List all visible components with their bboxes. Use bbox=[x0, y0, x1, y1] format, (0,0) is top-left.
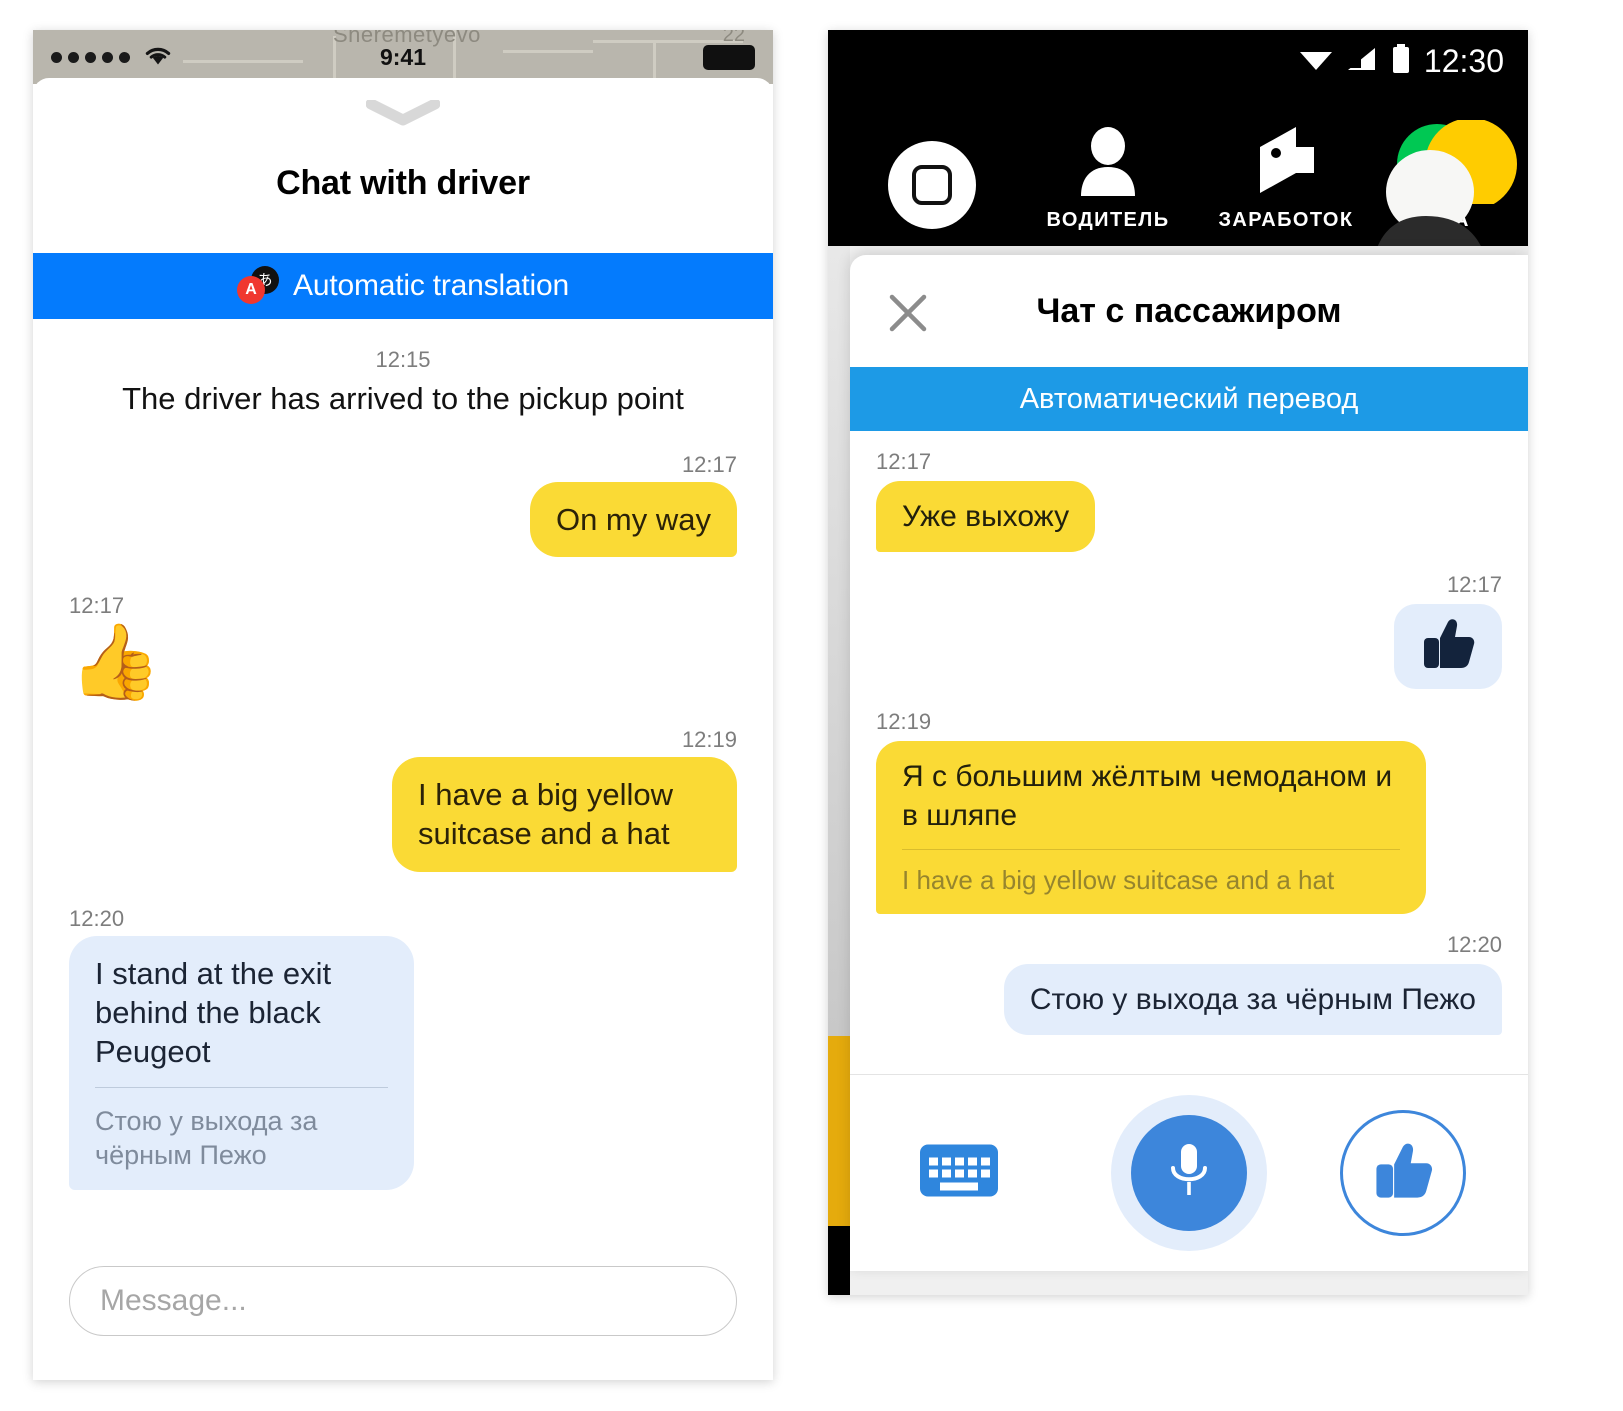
chat-toolbar bbox=[850, 1074, 1528, 1271]
translation-banner-label: Automatic translation bbox=[293, 269, 569, 302]
original-text: Стою у выхода за чёрным Пежо bbox=[95, 1086, 388, 1172]
message-list: 12:17 Уже выхожу 12:17 12:19 Я с большим… bbox=[850, 431, 1528, 1076]
list-item: 12:17 bbox=[876, 572, 1502, 689]
chat-bubble-outgoing[interactable] bbox=[1394, 604, 1502, 689]
send-thumbs-up-button[interactable] bbox=[1340, 1110, 1466, 1236]
chat-bubble-incoming[interactable]: Уже выхожу bbox=[876, 481, 1096, 552]
chat-modal-header: Чат с пассажиром bbox=[850, 255, 1528, 367]
chat-bubble-outgoing[interactable]: Стою у выхода за чёрным Пежо bbox=[1003, 963, 1502, 1035]
battery-icon bbox=[1390, 43, 1412, 79]
order-square-icon bbox=[842, 141, 1022, 229]
message-timestamp: 12:17 bbox=[876, 449, 932, 474]
nav-driver[interactable]: ВОДИТЕЛЬ bbox=[1018, 121, 1198, 232]
page-title: Чат с пассажиром bbox=[1036, 291, 1342, 330]
system-message-text: The driver has arrived to the pickup poi… bbox=[122, 381, 684, 416]
page-title: Chat with driver bbox=[276, 164, 530, 202]
list-item: 12:17 On my way bbox=[69, 452, 737, 558]
message-timestamp: 12:17 bbox=[69, 593, 125, 619]
message-list: 12:15 The driver has arrived to the pick… bbox=[33, 319, 773, 1279]
keyboard-icon[interactable] bbox=[920, 1141, 998, 1206]
list-item: 12:20 Стою у выхода за чёрным Пежо bbox=[876, 932, 1502, 1035]
translation-banner-label: Автоматический перевод bbox=[1019, 382, 1359, 415]
translated-text: I stand at the exit behind the black Peu… bbox=[95, 955, 332, 1069]
message-timestamp: 12:17 bbox=[1446, 572, 1502, 597]
automatic-translation-banner[interactable]: あ A Automatic translation bbox=[33, 253, 773, 319]
list-item: 12:17 👍 bbox=[69, 593, 737, 699]
ios-phone-screen: Sheremetyevo 22 9:41 Chat with driver あ bbox=[33, 30, 773, 1380]
chevron-down-handle-icon[interactable] bbox=[365, 98, 441, 131]
android-clock: 12:30 bbox=[1423, 42, 1504, 79]
wifi-icon bbox=[1298, 45, 1334, 78]
chat-bubble-incoming[interactable]: Я с большим жёлтым чемоданом и в шляпе I… bbox=[876, 741, 1426, 914]
voice-record-button[interactable] bbox=[1111, 1095, 1267, 1251]
thumbs-up-emoji: 👍 bbox=[69, 619, 162, 706]
chat-bubble-incoming[interactable]: I stand at the exit behind the black Peu… bbox=[69, 935, 414, 1190]
yellow-accent-strip bbox=[828, 1036, 850, 1226]
chat-bubble-outgoing[interactable]: On my way bbox=[529, 482, 737, 558]
chat-modal: Чат с пассажиром Автоматический перевод … bbox=[850, 255, 1528, 1271]
message-timestamp: 12:20 bbox=[1446, 931, 1502, 957]
message-input[interactable]: Message... bbox=[69, 1266, 737, 1336]
message-input-placeholder: Message... bbox=[100, 1284, 247, 1317]
chat-bubble-outgoing[interactable]: I have a big yellow suitcase and a hat bbox=[392, 757, 737, 872]
message-timestamp: 12:20 bbox=[69, 905, 125, 931]
original-text: I have a big yellow suitcase and a hat bbox=[902, 849, 1400, 898]
list-item: 12:17 Уже выхожу bbox=[876, 449, 1502, 552]
message-timestamp: 12:19 bbox=[681, 727, 737, 753]
thumbs-up-icon bbox=[1372, 1142, 1434, 1205]
ios-chat-sheet: Chat with driver あ A Automatic translati… bbox=[33, 78, 773, 1380]
message-timestamp: 12:19 bbox=[876, 709, 932, 734]
list-item: 12:20 I stand at the exit behind the bla… bbox=[69, 906, 737, 1190]
cellular-signal-icon bbox=[1346, 45, 1378, 78]
message-timestamp: 12:15 bbox=[375, 347, 431, 372]
translate-icon: あ A bbox=[237, 266, 280, 306]
android-phone-screen: 12:30 ВОДИТЕЛЬ ЗАРАБОТОК Чат с пассажиро… bbox=[828, 30, 1528, 1295]
translated-text: Я с большим жёлтым чемоданом и в шляпе bbox=[902, 760, 1393, 832]
thumbs-up-icon bbox=[1420, 618, 1476, 675]
android-status-bar: 12:30 bbox=[828, 30, 1528, 92]
nav-driver-label: ВОДИТЕЛЬ bbox=[1046, 209, 1170, 231]
microphone-icon bbox=[1164, 1140, 1214, 1207]
ios-status-bar: 9:41 bbox=[33, 30, 773, 84]
ios-clock: 9:41 bbox=[379, 43, 427, 70]
message-timestamp: 12:17 bbox=[681, 452, 737, 478]
list-item: 12:19 Я с большим жёлтым чемоданом и в ш… bbox=[876, 709, 1502, 914]
list-item: 12:15 The driver has arrived to the pick… bbox=[69, 347, 737, 418]
person-icon bbox=[1018, 121, 1198, 203]
nav-order[interactable] bbox=[842, 141, 1022, 232]
list-item: 12:19 I have a big yellow suitcase and a… bbox=[69, 727, 737, 872]
battery-icon bbox=[703, 45, 755, 70]
automatic-translation-banner[interactable]: Автоматический перевод bbox=[850, 367, 1528, 431]
